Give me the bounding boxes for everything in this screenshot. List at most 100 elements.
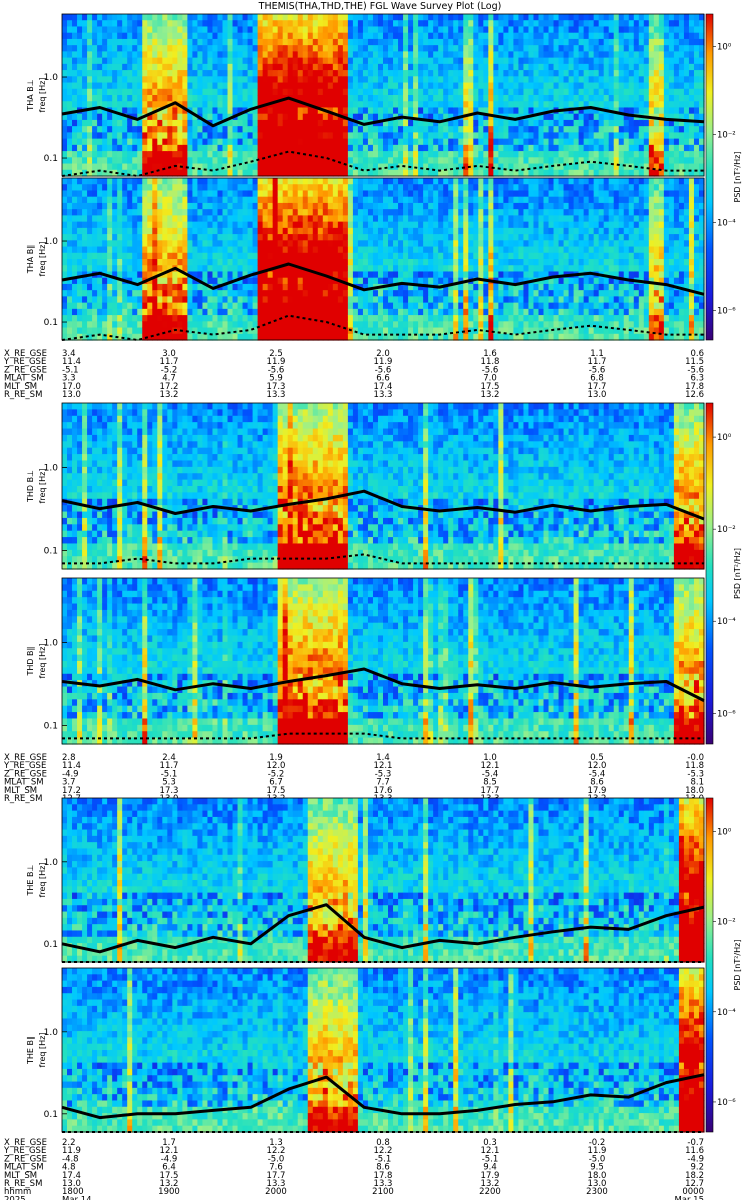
spectrogram-cell	[332, 63, 339, 71]
spectrogram-cell	[267, 132, 274, 140]
spectrogram-cell	[327, 234, 334, 241]
spectrogram-cell	[132, 327, 138, 335]
spectrogram-cell	[87, 178, 93, 185]
spectrogram-cell	[102, 138, 108, 146]
spectrogram-cell	[533, 144, 540, 152]
spectrogram-cell	[102, 259, 108, 266]
spectrogram-cell	[413, 169, 419, 177]
spectrogram-cell	[192, 20, 199, 28]
spectrogram-cell	[287, 215, 294, 223]
spectrogram-cell	[633, 32, 640, 40]
spectrogram-cell	[493, 126, 499, 133]
spectrogram-cell	[377, 51, 384, 59]
spectrogram-cell	[137, 107, 143, 115]
spectrogram-cell	[77, 315, 83, 322]
spectrogram-cell	[262, 163, 269, 171]
spectrogram-cell	[197, 252, 204, 260]
spectrogram-cell	[152, 82, 158, 90]
spectrogram-cell	[337, 51, 344, 59]
spectrogram-cell	[172, 315, 178, 322]
spectrogram-cell	[222, 202, 229, 210]
spectrogram-cell	[623, 70, 630, 77]
spectrogram-cell	[332, 88, 339, 96]
spectrogram-cell	[488, 119, 494, 127]
spectrogram-cell	[558, 45, 565, 52]
spectrogram-cell	[297, 138, 304, 146]
spectrogram-cell	[468, 14, 474, 21]
spectrogram-cell	[202, 76, 209, 84]
spectrogram-cell	[352, 32, 359, 40]
spectrogram-cell	[653, 63, 660, 71]
spectrogram-cell	[282, 169, 289, 177]
spectrogram-cell	[167, 151, 173, 158]
spectrogram-cell	[147, 76, 153, 84]
spectrogram-cell	[528, 38, 535, 46]
spectrogram-cell	[107, 38, 113, 46]
spectrogram-cell	[297, 107, 304, 115]
spectrogram-cell	[388, 95, 394, 102]
spectrogram-cell	[112, 101, 118, 109]
spectrogram-cell	[172, 302, 178, 310]
spectrogram-cell	[222, 240, 229, 248]
spectrogram-cell	[463, 107, 469, 115]
spectrogram-cell	[553, 95, 560, 102]
spectrogram-cell	[493, 76, 499, 84]
spectrogram-cell	[212, 26, 219, 34]
spectrogram-cell	[217, 20, 224, 28]
spectrogram-cell	[513, 32, 520, 40]
spectrogram-cell	[503, 45, 509, 52]
spectrogram-cell	[648, 26, 655, 34]
spectrogram-cell	[362, 209, 369, 216]
spectrogram-cell	[67, 51, 73, 59]
spectrogram-cell	[643, 76, 650, 84]
spectrogram-cell	[337, 169, 344, 177]
spectrogram-cell	[593, 51, 600, 59]
spectrogram-cell	[493, 169, 499, 177]
spectrogram-cell	[478, 70, 484, 77]
spectrogram-cell	[342, 178, 349, 185]
spectrogram-cell	[347, 144, 354, 152]
spectrogram-cell	[157, 88, 163, 96]
spectrogram-cell	[117, 234, 123, 241]
spectrogram-cell	[137, 190, 143, 198]
spectrogram-cell	[618, 144, 625, 152]
spectrogram-cell	[177, 51, 183, 59]
spectrogram-cell	[277, 163, 284, 171]
spectrogram-cell	[127, 95, 133, 102]
spectrogram-cell	[67, 14, 73, 21]
spectrogram-cell	[162, 321, 168, 329]
spectrogram-cell	[423, 88, 429, 96]
spectrogram-cell	[262, 151, 269, 158]
spectrogram-cell	[307, 26, 314, 34]
spectrogram-cell	[633, 57, 640, 65]
spectrogram-cell	[277, 327, 284, 335]
spectrogram-cell	[92, 57, 98, 65]
spectrogram-cell	[613, 20, 620, 28]
spectrogram-cell	[142, 20, 148, 28]
spectrogram-cell	[282, 101, 289, 109]
spectrogram-cell	[277, 157, 284, 165]
spectrogram-cell	[503, 57, 509, 65]
spectrogram-cell	[92, 88, 98, 96]
spectrogram-cell	[613, 126, 620, 133]
spectrogram-cell	[97, 246, 103, 254]
spectrogram-cell	[187, 321, 194, 329]
spectrogram-cell	[307, 259, 314, 266]
spectrogram-cell	[167, 144, 173, 152]
spectrogram-cell	[77, 184, 83, 192]
spectrogram-cell	[292, 277, 299, 285]
spectrogram-cell	[322, 302, 329, 310]
spectrogram-cell	[177, 95, 183, 102]
spectrogram-cell	[648, 95, 655, 102]
spectrogram-cell	[518, 126, 525, 133]
spectrogram-cell	[302, 283, 309, 291]
spectrogram-cell	[237, 234, 244, 241]
spectrogram-cell	[152, 88, 158, 96]
spectrogram-cell	[332, 296, 339, 304]
spectrogram-cell	[167, 95, 173, 102]
spectrogram-cell	[77, 290, 83, 297]
spectrogram-cell	[187, 252, 194, 260]
spectrogram-cell	[307, 63, 314, 71]
spectrogram-cell	[97, 202, 103, 210]
spectrogram-cell	[62, 265, 68, 273]
